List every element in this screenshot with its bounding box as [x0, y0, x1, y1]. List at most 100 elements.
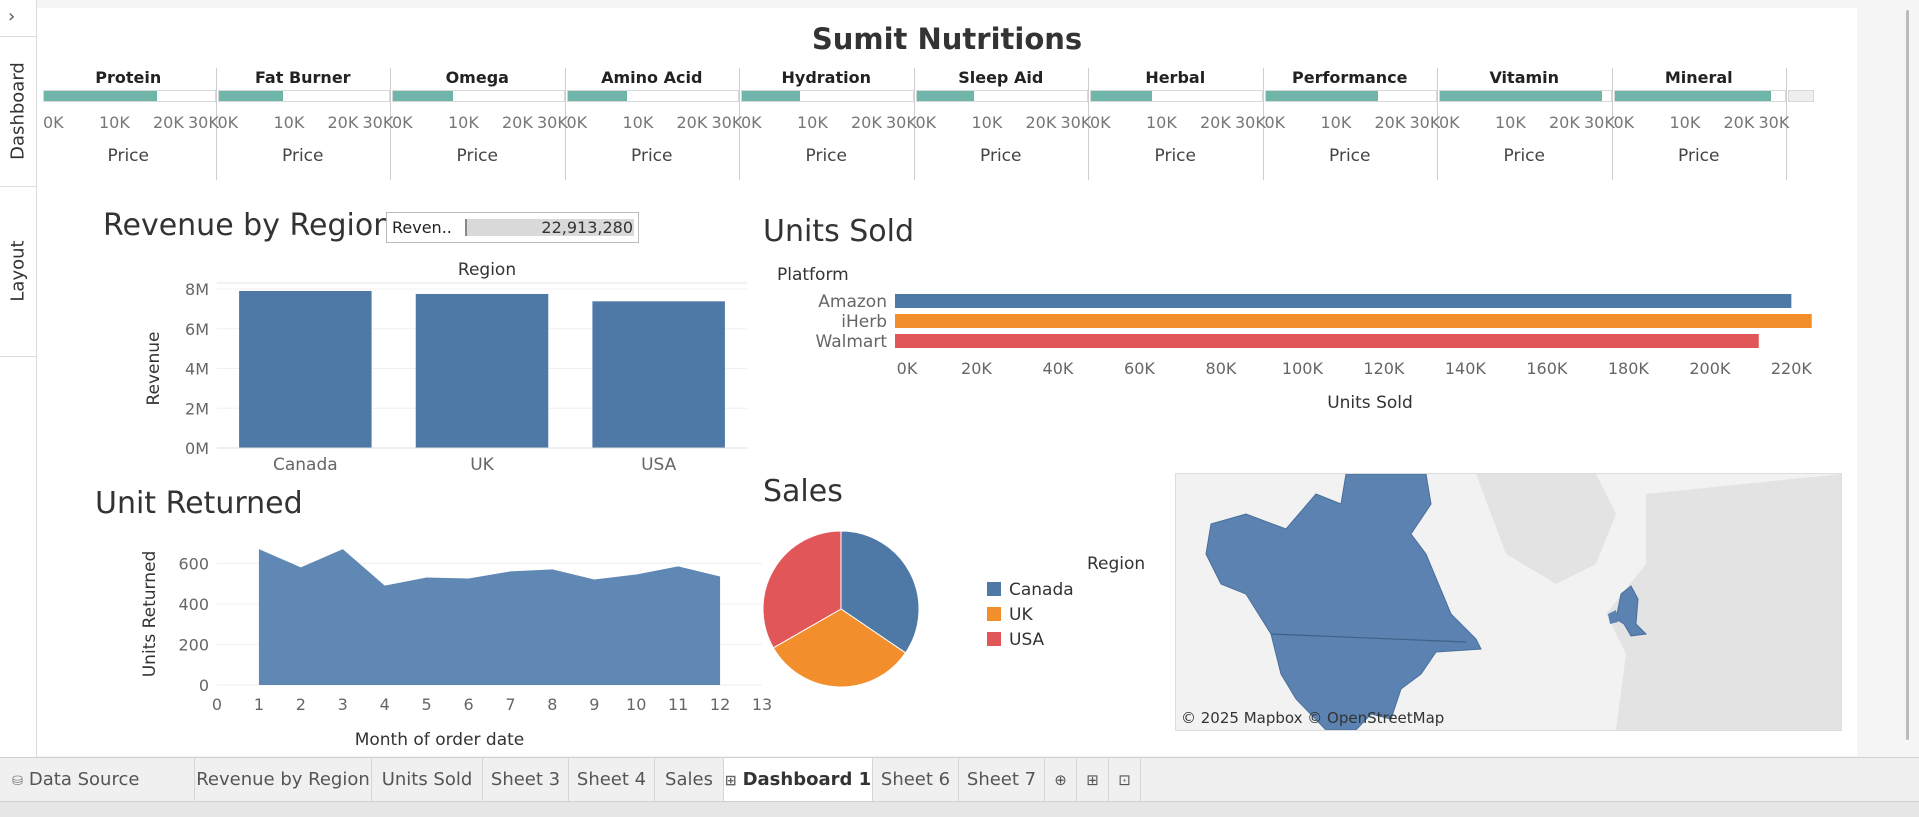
region-map[interactable]: © 2025 Mapbox © OpenStreetMap: [1175, 473, 1842, 731]
category-price-bar-protein[interactable]: [43, 90, 216, 102]
category-price-fill: [1091, 91, 1153, 101]
category-axis-label: Price: [282, 146, 324, 166]
revenue-region-header: Region: [458, 260, 516, 280]
category-header-herbal: Herbal: [1145, 68, 1206, 87]
revenue-y-tick: 4M: [185, 360, 209, 379]
unit-returned-area-chart[interactable]: 02004006000 1 2 3 4 5 6 7 8 9 10 11 12 13Units Return…: [97, 533, 787, 753]
revenue-x-tick-canada: Canada: [273, 455, 338, 475]
returned-x-tick: 5: [422, 695, 432, 714]
category-price-bar-herbal[interactable]: [1090, 90, 1263, 102]
category-axis-label: Price: [631, 146, 673, 166]
legend-label-uk: UK: [1009, 605, 1033, 625]
returned-y-tick: 200: [178, 635, 209, 654]
units-bar-amazon[interactable]: [895, 294, 1792, 308]
category-price-bar-hydration[interactable]: [741, 90, 914, 102]
vertical-scrollbar[interactable]: [1906, 10, 1909, 740]
category-tick: 0K: [1613, 113, 1635, 132]
units-x-tick: 60K: [1124, 359, 1155, 378]
rail-tab-dashboard[interactable]: Dashboard: [0, 36, 36, 187]
category-header-protein: Protein: [95, 68, 162, 87]
dashboard-canvas: Sumit Nutritions Protein 0K 10K 20K 30K Price…: [37, 8, 1857, 756]
category-tick: 20K: [1723, 113, 1755, 132]
category-tick: 20K: [1549, 113, 1580, 132]
category-tick: 10K: [1495, 113, 1526, 132]
returned-x-tick: 0: [212, 695, 222, 714]
tab-revenue-by-region-label: Revenue by Region: [196, 769, 370, 790]
legend-swatch-uk: [987, 607, 1001, 621]
category-price-bar-vitamin[interactable]: [1439, 90, 1612, 102]
category-price-bar-mineral[interactable]: [1613, 90, 1786, 102]
returned-x-tick: 7: [505, 695, 515, 714]
revenue-bar-chart[interactable]: Region Revenue 0M 2M 4M 6M 8M Canada UK USA: [97, 253, 757, 483]
category-axis-label: Price: [1154, 146, 1196, 166]
tab-sales-label: Sales: [665, 769, 713, 790]
category-price-fill: [1614, 91, 1772, 101]
sales-pie-chart[interactable]: [763, 523, 923, 693]
tab-sales[interactable]: Sales: [655, 758, 724, 802]
category-price-fill: [567, 91, 628, 101]
revenue-kpi[interactable]: Reven.. 22,913,280: [386, 212, 639, 243]
category-tick: 10K: [1320, 113, 1352, 132]
revenue-bar-canada[interactable]: [239, 290, 372, 448]
new-worksheet-icon[interactable]: ⊕: [1045, 758, 1077, 802]
category-tick: 20K: [676, 113, 708, 132]
category-price-bar-performance[interactable]: [1264, 90, 1437, 102]
map-north-america: [1205, 474, 1482, 730]
tab-sheet-7[interactable]: Sheet 7: [959, 758, 1045, 802]
category-price-bar-amino-acid[interactable]: [566, 90, 739, 102]
category-price-fill: [1440, 91, 1602, 101]
legend-item-usa[interactable]: USA: [987, 630, 1044, 650]
units-sold-bar-chart[interactable]: Platform AmazoniHerbWalmart 0K 20K 40K 60K 80K…: [767, 258, 1847, 418]
units-bar-walmart[interactable]: [895, 334, 1759, 348]
tab-sheet-6[interactable]: Sheet 6: [873, 758, 959, 802]
map-land: [1205, 474, 1841, 730]
tab-units-sold[interactable]: Units Sold: [372, 758, 483, 802]
legend-swatch-canada: [987, 582, 1001, 596]
category-tick: 30K: [886, 113, 917, 132]
units-x-tick: 80K: [1206, 359, 1237, 378]
category-tick: 10K: [797, 113, 828, 132]
category-price-fill: [1265, 91, 1379, 101]
returned-x-tick: 12: [710, 695, 730, 714]
expand-rail-button[interactable]: ›: [0, 0, 36, 37]
category-tick: 10K: [99, 113, 130, 132]
category-tick: 0K: [43, 113, 64, 132]
legend-item-canada[interactable]: Canada: [987, 580, 1074, 600]
units-bar-iherb[interactable]: [895, 314, 1812, 328]
category-tick: 10K: [448, 113, 479, 132]
revenue-x-tick-uk: UK: [470, 455, 494, 475]
tab-sheet-4[interactable]: Sheet 4: [569, 758, 655, 802]
returned-x-tick: 6: [463, 695, 473, 714]
rail-tab-layout[interactable]: Layout: [0, 186, 36, 357]
returned-x-tick: 10: [626, 695, 646, 714]
dashboard-grid-icon: ⊞: [724, 773, 737, 789]
returned-y-tick: 0: [199, 676, 209, 695]
category-header-vitamin: Vitamin: [1489, 68, 1560, 87]
category-price-bar-sleep-aid[interactable]: [915, 90, 1088, 102]
category-header-fat-burner: Fat Burner: [254, 68, 351, 87]
returned-area[interactable]: [258, 549, 721, 685]
category-axis-label: Price: [1678, 146, 1720, 166]
tab-dashboard-1[interactable]: ⊞ Dashboard 1: [724, 758, 873, 802]
returned-x-tick: 9: [589, 695, 599, 714]
legend-item-uk[interactable]: UK: [987, 605, 1033, 625]
chevron-right-icon: ›: [8, 6, 16, 27]
category-header-sleep-aid: Sleep Aid: [958, 68, 1044, 87]
tab-data-source[interactable]: ⛁ Data Source: [0, 758, 195, 802]
revenue-bar-usa[interactable]: [592, 301, 725, 448]
tab-revenue-by-region[interactable]: Revenue by Region: [195, 758, 372, 802]
new-story-icon[interactable]: ⊡: [1109, 758, 1141, 802]
category-price-bar-fat-burner[interactable]: [217, 90, 390, 102]
category-header-performance: Performance: [1291, 68, 1408, 87]
status-bar: [0, 801, 1919, 817]
category-tick: 30K: [362, 113, 394, 132]
revenue-bar-uk[interactable]: [415, 293, 549, 448]
category-tick: 0K: [392, 113, 413, 132]
rail-tab-dashboard-label: Dashboard: [7, 62, 29, 160]
returned-x-tick: 4: [380, 695, 390, 714]
category-price-bar-omega[interactable]: [392, 90, 565, 102]
units-x-axis-label: Units Sold: [1327, 393, 1413, 413]
new-dashboard-icon[interactable]: ⊞: [1077, 758, 1109, 802]
category-strip-tail: [1788, 90, 1814, 102]
tab-sheet-3[interactable]: Sheet 3: [483, 758, 569, 802]
